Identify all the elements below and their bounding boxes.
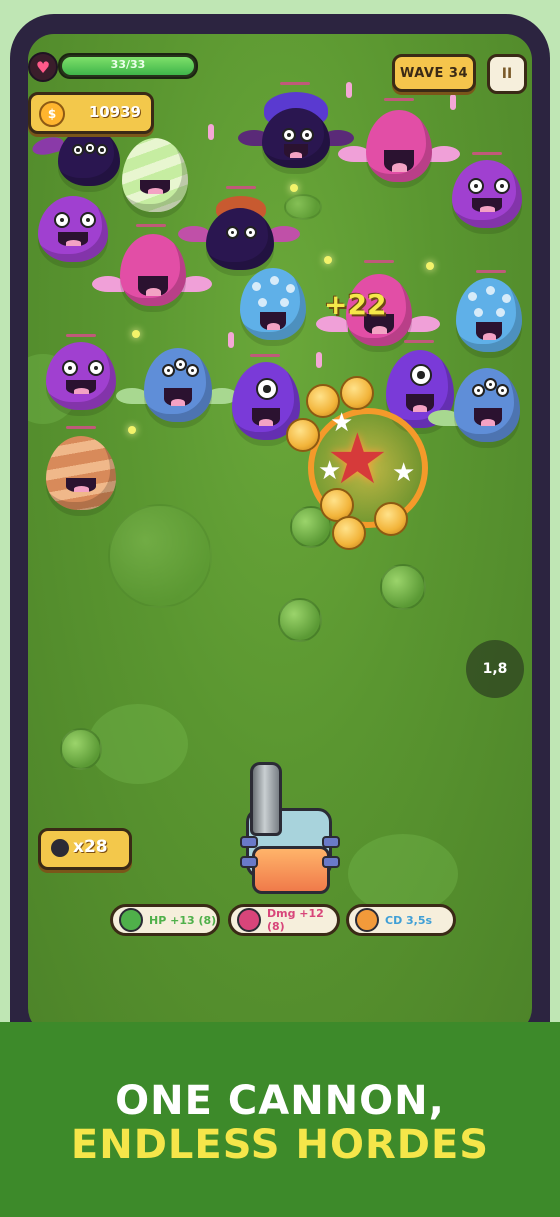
health-bar: 33/33 xyxy=(58,53,198,79)
monster-purple-fanged[interactable] xyxy=(448,152,528,236)
health-text: 33/33 xyxy=(110,58,146,71)
buff-damage-label: Dmg +12 (8) xyxy=(267,907,324,933)
floating-bubble xyxy=(278,598,322,642)
background-blob xyxy=(348,834,458,914)
coin-amount: 10939 xyxy=(88,103,141,121)
floating-bubble xyxy=(380,564,426,610)
monster-three-eyed-blue[interactable] xyxy=(116,340,238,430)
wave-indicator: WAVE 34 xyxy=(392,54,476,92)
sparkle-star-icon: ★ xyxy=(392,458,416,488)
damage-icon xyxy=(237,908,261,932)
pause-button[interactable]: II xyxy=(487,54,527,94)
shield-icon xyxy=(119,908,143,932)
monster-spotted-blue[interactable] xyxy=(236,264,312,344)
monster-spotted-blue[interactable] xyxy=(452,270,528,356)
ammo-count: x28 xyxy=(73,837,108,857)
heart-icon: ♥ xyxy=(28,52,58,82)
monster-pink-winged[interactable] xyxy=(92,224,212,316)
cannon-body xyxy=(252,846,330,894)
tagline-line-1: ONE CANNON, xyxy=(115,1078,445,1124)
tagline-line-2: ENDLESS HORDES xyxy=(70,1122,490,1168)
monster-dark-furry[interactable] xyxy=(238,82,354,178)
gold-coin xyxy=(332,516,366,550)
monster-striped-orange[interactable] xyxy=(42,426,122,514)
buff-cooldown-label: CD 3,5s xyxy=(385,913,433,927)
petal xyxy=(346,82,352,98)
cooldown-timer: 1,8 xyxy=(466,640,524,698)
petal xyxy=(208,124,214,140)
cannon-leg xyxy=(322,856,340,868)
floating-bubble xyxy=(108,504,212,608)
cannon-leg xyxy=(240,856,258,868)
monster-pink-winged[interactable] xyxy=(338,98,460,188)
coin-counter: $ 10939 xyxy=(28,92,154,134)
cannon-leg xyxy=(240,836,258,848)
sparkle-star-icon: ★ xyxy=(318,456,342,486)
bomb-icon xyxy=(51,839,69,857)
spark xyxy=(324,256,332,264)
floating-bubble xyxy=(60,728,102,770)
fire-icon xyxy=(355,908,379,932)
gold-coin xyxy=(306,384,340,418)
monster-three-eyed-blue[interactable] xyxy=(428,360,530,450)
gold-coin xyxy=(286,418,320,452)
buff-hp[interactable]: HP +13 (8) xyxy=(110,904,220,936)
damage-popup: +22 xyxy=(324,288,387,321)
monster-purple-fanged[interactable] xyxy=(42,334,122,418)
gold-coin xyxy=(340,376,374,410)
spark xyxy=(132,330,140,338)
buff-cooldown[interactable]: CD 3,5s xyxy=(346,904,456,936)
buff-damage[interactable]: Dmg +12 (8) xyxy=(228,904,340,936)
cannon-leg xyxy=(322,836,340,848)
cannon-barrel xyxy=(250,762,282,836)
gold-coin xyxy=(374,502,408,536)
ammo-counter: x28 xyxy=(38,828,132,870)
coin-icon: $ xyxy=(39,101,65,127)
background-blob xyxy=(88,704,188,784)
buff-hp-label: HP +13 (8) xyxy=(149,913,217,927)
